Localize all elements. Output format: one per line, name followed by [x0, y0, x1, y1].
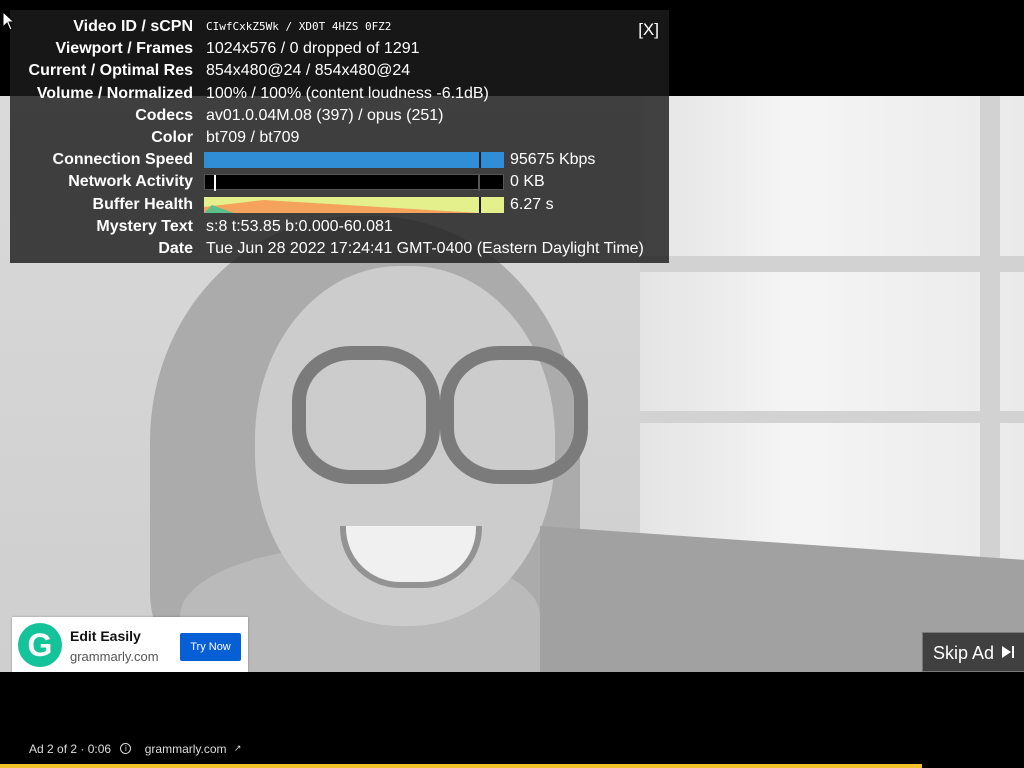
grammarly-logo-icon[interactable]: G	[18, 623, 62, 667]
stats-value: CIwfCxkZ5Wk / XD0T 4HZS 0FZ2	[206, 20, 392, 33]
stats-value: s:8 t:53.85 b:0.000-60.081	[206, 217, 393, 235]
ad-advertiser-link[interactable]: grammarly.com	[145, 742, 227, 756]
info-icon[interactable]: i	[120, 743, 132, 755]
ad-position-text: Ad 2 of 2 · 0:06	[29, 741, 112, 756]
stats-key: Date	[158, 239, 193, 257]
stats-row-codecs: Codecs av01.0.04M.08 (397) / opus (251)	[10, 105, 669, 127]
connection-speed-graph	[204, 152, 504, 169]
stats-value: 95675 Kbps	[510, 151, 596, 169]
stats-key: Volume / Normalized	[36, 84, 193, 102]
stats-key: Viewport / Frames	[55, 40, 193, 58]
stats-key: Current / Optimal Res	[28, 62, 193, 80]
stats-value: 854x480@24 / 854x480@24	[206, 62, 411, 80]
ad-overlay-card[interactable]: G Edit Easily grammarly.com Try Now	[12, 617, 248, 672]
ad-domain[interactable]: grammarly.com	[70, 649, 159, 664]
stats-value: av01.0.04M.08 (397) / opus (251)	[206, 106, 444, 124]
stats-value: 0 KB	[510, 173, 545, 191]
stats-key: Video ID / sCPN	[73, 18, 193, 35]
skip-ad-label: Skip Ad	[933, 643, 995, 663]
stats-value: 6.27 s	[510, 195, 554, 213]
stats-row-color: Color bt709 / bt709	[10, 127, 669, 149]
stats-row-mystery-text: Mystery Text s:8 t:53.85 b:0.000-60.081	[10, 216, 669, 238]
stats-row-video-id: Video ID / sCPN CIwfCxkZ5Wk / XD0T 4HZS …	[10, 16, 669, 38]
stats-key: Buffer Health	[92, 195, 193, 213]
stats-value: Tue Jun 28 2022 17:24:41 GMT-0400 (Easte…	[206, 239, 644, 257]
stats-row-buffer-health: Buffer Health 6.27 s	[10, 194, 669, 216]
stats-row-resolution: Current / Optimal Res 854x480@24 / 854x4…	[10, 60, 669, 82]
stats-key: Mystery Text	[96, 217, 193, 235]
external-link-icon[interactable]: ↗	[234, 743, 242, 754]
try-now-button[interactable]: Try Now	[180, 633, 241, 661]
stats-value: 1024x576 / 0 dropped of 1291	[206, 40, 420, 58]
stats-value: 100% / 100% (content loudness -6.1dB)	[206, 84, 489, 102]
skip-next-icon	[1002, 646, 1014, 658]
ad-title[interactable]: Edit Easily	[70, 628, 141, 644]
buffer-health-graph	[204, 196, 504, 213]
stats-row-viewport: Viewport / Frames 1024x576 / 0 dropped o…	[10, 38, 669, 60]
skip-ad-button[interactable]: Skip Ad	[922, 632, 1024, 672]
stats-row-network-activity: Network Activity 0 KB	[10, 171, 669, 193]
stats-value: bt709 / bt709	[206, 128, 300, 146]
ad-progress-bar[interactable]	[0, 764, 922, 768]
stats-row-connection-speed: Connection Speed 95675 Kbps	[10, 149, 669, 171]
stats-row-volume: Volume / Normalized 100% / 100% (content…	[10, 83, 669, 105]
mouse-cursor-icon	[2, 11, 14, 31]
network-activity-graph	[204, 174, 504, 192]
stats-key: Color	[151, 128, 193, 146]
ad-info-bar: Ad 2 of 2 · 0:06 i grammarly.com ↗	[29, 741, 241, 756]
stats-row-date: Date Tue Jun 28 2022 17:24:41 GMT-0400 (…	[10, 238, 669, 260]
stats-key: Connection Speed	[52, 151, 193, 169]
stats-key: Network Activity	[68, 173, 193, 191]
stats-key: Codecs	[135, 106, 193, 124]
stats-for-nerds-panel: [X] Video ID / sCPN CIwfCxkZ5Wk / XD0T 4…	[10, 10, 669, 263]
